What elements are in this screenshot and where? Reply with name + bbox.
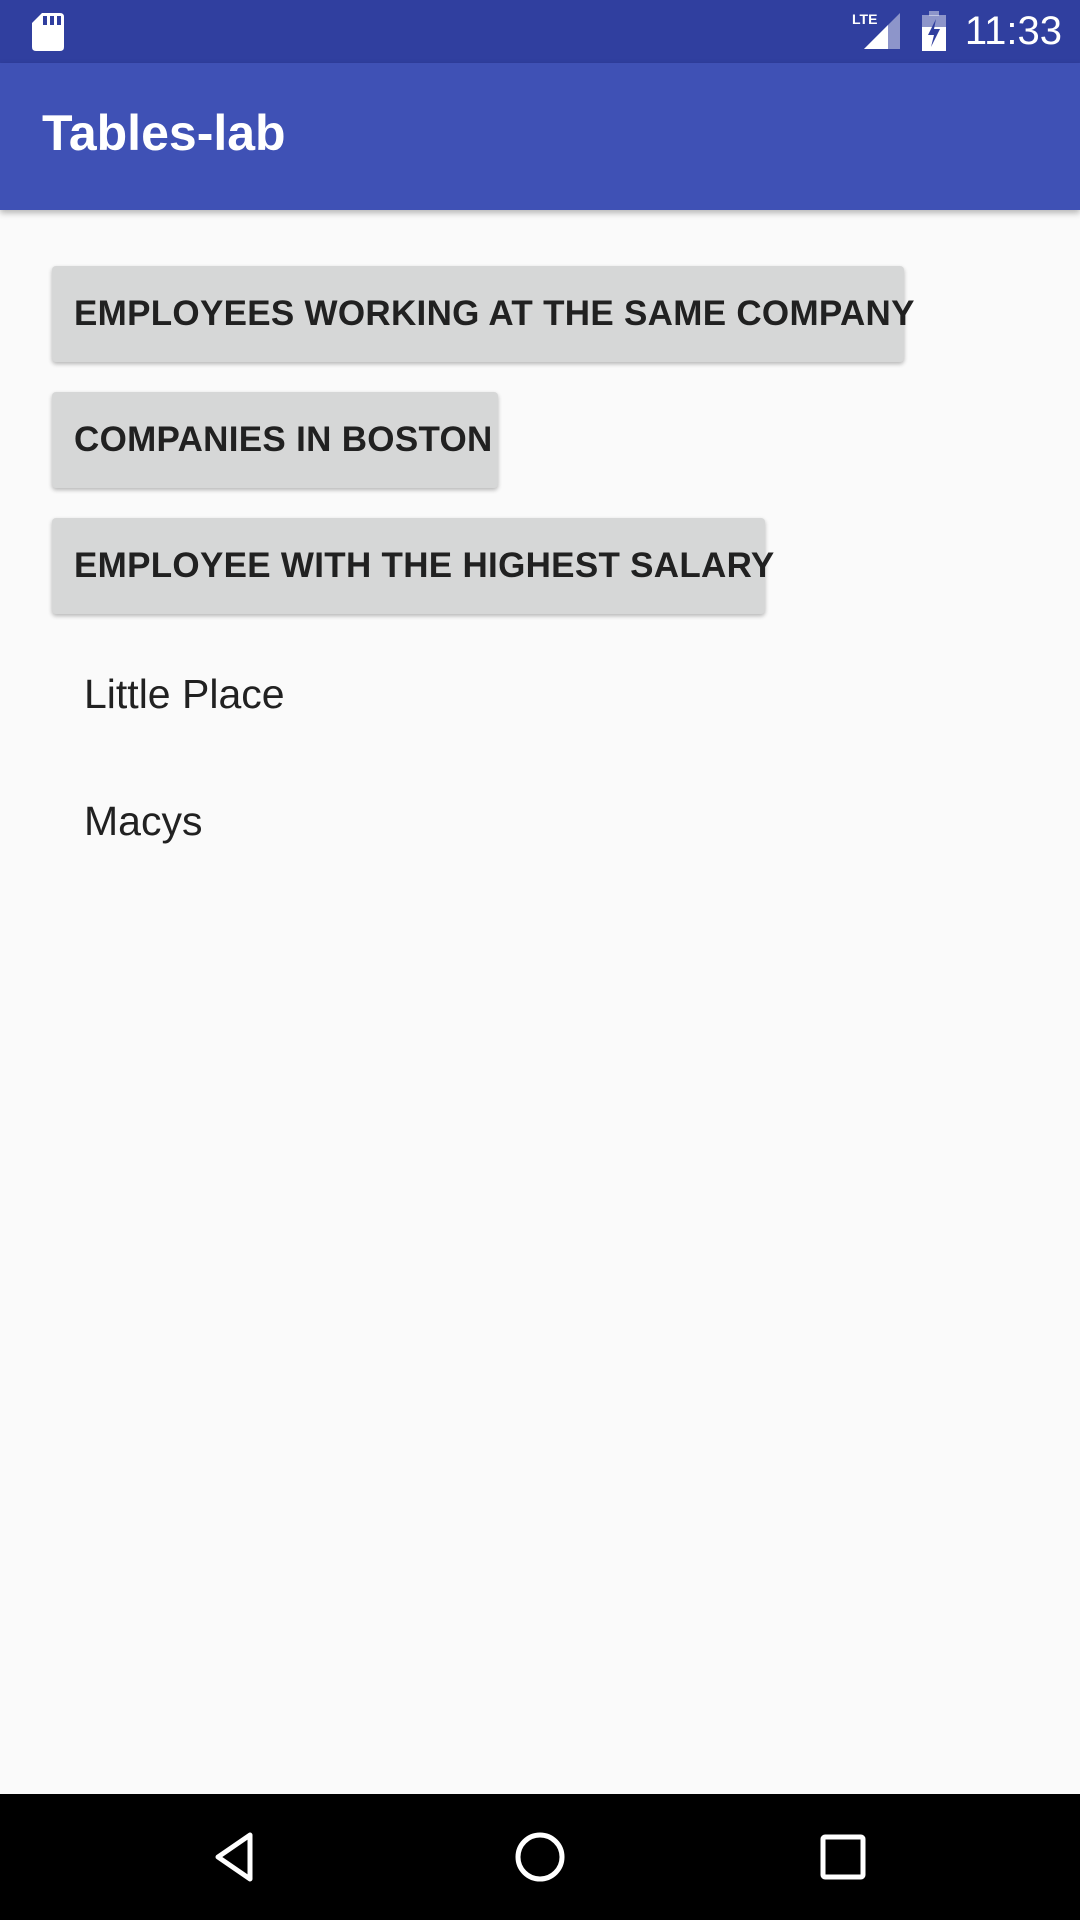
status-time: 11:33 <box>964 9 1062 53</box>
sd-card-icon <box>32 13 64 51</box>
battery-charging-icon <box>922 11 946 51</box>
result-item: Little Place <box>84 671 285 717</box>
main-content: EMPLOYEES WORKING AT THE SAME COMPANY CO… <box>0 210 1080 1794</box>
lte-signal-icon: LTE <box>852 11 900 49</box>
app-title: Tables-lab <box>42 105 286 161</box>
back-icon[interactable] <box>206 1827 266 1887</box>
companies-in-boston-button[interactable]: COMPANIES IN BOSTON <box>52 392 498 488</box>
home-icon[interactable] <box>510 1827 570 1887</box>
app-bar: Tables-lab <box>0 63 1080 210</box>
result-item: Macys <box>84 798 203 844</box>
network-label: LTE <box>852 11 877 27</box>
recents-icon[interactable] <box>813 1827 873 1887</box>
navigation-bar <box>0 1794 1080 1920</box>
status-bar: LTE 11:33 <box>0 0 1080 63</box>
highest-salary-button[interactable]: EMPLOYEE WITH THE HIGHEST SALARY <box>52 518 774 614</box>
employees-same-company-button[interactable]: EMPLOYEES WORKING AT THE SAME COMPANY <box>52 266 914 362</box>
